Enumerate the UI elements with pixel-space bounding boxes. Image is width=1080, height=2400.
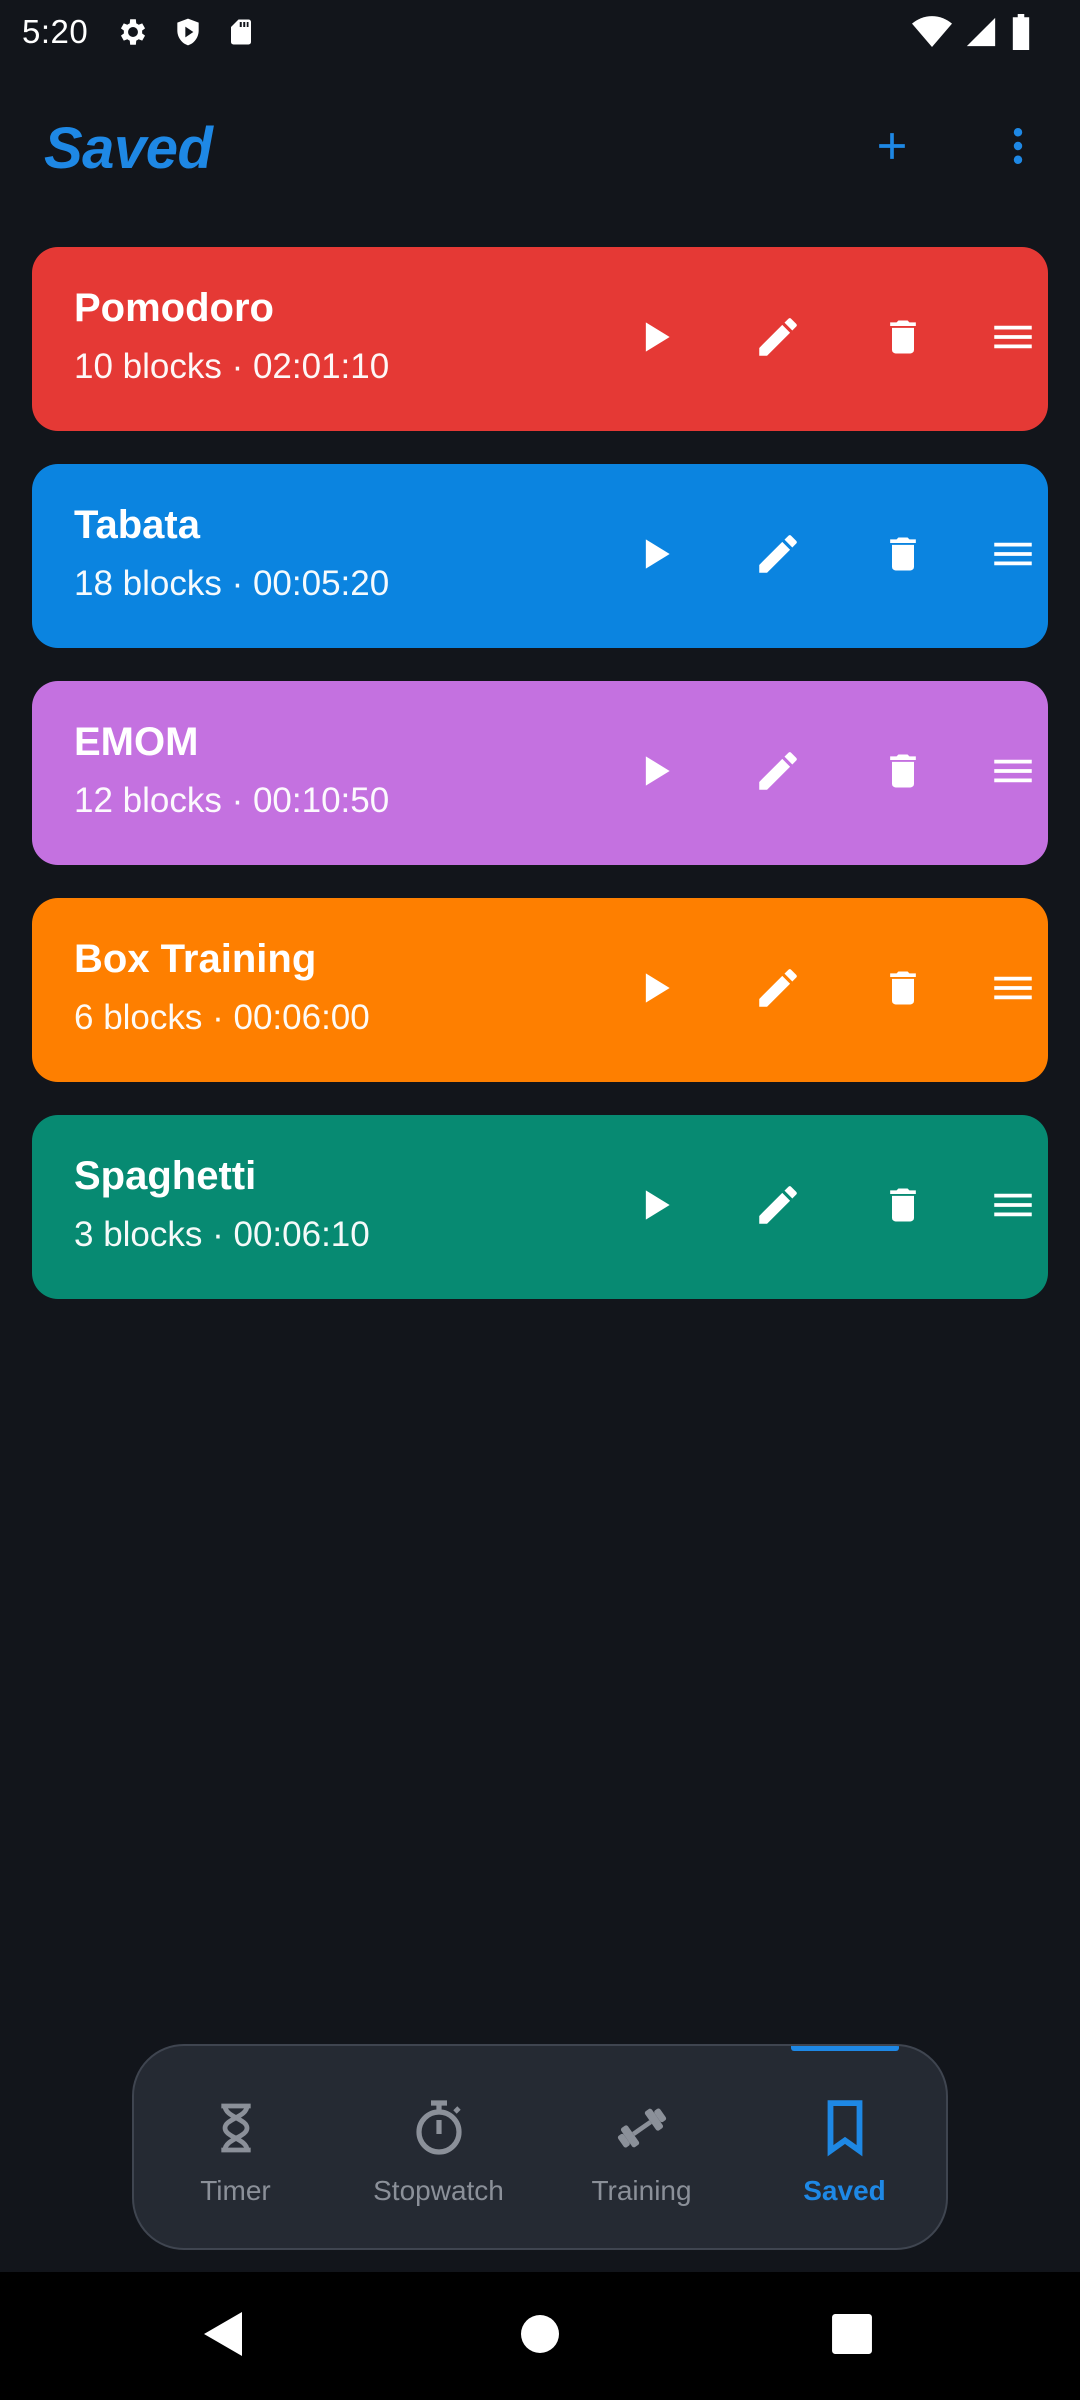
edit-button[interactable]: [738, 1167, 818, 1247]
more-options-button[interactable]: [970, 100, 1066, 196]
preset-card[interactable]: EMOM 12 blocks · 00:10:50: [32, 681, 1048, 865]
nav-item-stopwatch[interactable]: Stopwatch: [337, 2046, 540, 2248]
play-icon: [633, 966, 677, 1015]
edit-pencil-icon: [753, 1180, 803, 1235]
dumbbell-icon: [614, 2095, 670, 2161]
preset-meta: 3 blocks · 00:06:10: [74, 1215, 370, 1254]
delete-trash-icon: [881, 312, 925, 367]
play-icon: [633, 532, 677, 581]
preset-name: Tabata: [74, 503, 200, 547]
settings-gear-icon: [116, 15, 150, 49]
play-icon: [633, 749, 677, 798]
bottom-navigation: Timer Stopwatch Training Saved: [132, 2044, 948, 2250]
preset-meta: 6 blocks · 00:06:00: [74, 998, 370, 1037]
preset-name: Spaghetti: [74, 1154, 257, 1198]
add-preset-button[interactable]: [844, 100, 940, 196]
edit-pencil-icon: [753, 963, 803, 1018]
edit-button[interactable]: [738, 299, 818, 379]
delete-button[interactable]: [863, 1167, 943, 1247]
wifi-icon: [912, 15, 952, 49]
preset-meta: 10 blocks · 02:01:10: [74, 347, 390, 386]
edit-button[interactable]: [738, 733, 818, 813]
preset-meta: 18 blocks · 00:05:20: [74, 564, 390, 603]
play-button[interactable]: [615, 299, 695, 379]
preset-meta: 12 blocks · 00:10:50: [74, 781, 390, 820]
active-tab-indicator: [790, 2046, 899, 2051]
delete-button[interactable]: [863, 733, 943, 813]
delete-trash-icon: [881, 746, 925, 801]
play-icon: [633, 315, 677, 364]
saved-presets-list: Pomodoro 10 blocks · 02:01:10 Tabata 18 …: [32, 247, 1048, 1299]
nav-label: Stopwatch: [373, 2175, 504, 2206]
nav-label: Training: [591, 2175, 692, 2206]
preset-name: Box Training: [74, 937, 317, 981]
system-navigation-bar: [0, 2272, 1080, 2400]
edit-button[interactable]: [738, 950, 818, 1030]
preset-card[interactable]: Box Training 6 blocks · 00:06:00: [32, 898, 1048, 1082]
page-title: Saved: [44, 115, 213, 181]
edit-pencil-icon: [753, 312, 803, 367]
home-icon: [520, 2314, 560, 2359]
sd-card-icon: [226, 15, 256, 49]
drag-handle[interactable]: [973, 950, 1053, 1030]
play-button[interactable]: [615, 1167, 695, 1247]
delete-button[interactable]: [863, 516, 943, 596]
app-bar: Saved: [0, 100, 1080, 196]
drag-handle[interactable]: [973, 733, 1053, 813]
preset-name: EMOM: [74, 720, 199, 764]
bookmark-icon: [823, 2095, 867, 2161]
back-icon: [202, 2309, 246, 2364]
system-home-button[interactable]: [512, 2308, 568, 2364]
drag-handle[interactable]: [973, 1167, 1053, 1247]
delete-trash-icon: [881, 1180, 925, 1235]
add-icon: [870, 124, 914, 173]
status-time: 5:20: [22, 13, 89, 50]
drag-handle-icon: [990, 322, 1036, 357]
hourglass-icon: [214, 2095, 258, 2161]
nav-label: Saved: [803, 2175, 886, 2206]
battery-icon: [1010, 14, 1032, 50]
status-bar: 5:20: [0, 0, 1080, 64]
preset-card[interactable]: Pomodoro 10 blocks · 02:01:10: [32, 247, 1048, 431]
drag-handle-icon: [990, 539, 1036, 574]
nav-item-timer[interactable]: Timer: [134, 2046, 337, 2248]
edit-pencil-icon: [753, 746, 803, 801]
preset-card[interactable]: Tabata 18 blocks · 00:05:20: [32, 464, 1048, 648]
preset-name: Pomodoro: [74, 286, 274, 330]
play-button[interactable]: [615, 516, 695, 596]
drag-handle[interactable]: [973, 516, 1053, 596]
nav-item-training[interactable]: Training: [540, 2046, 743, 2248]
play-button[interactable]: [615, 950, 695, 1030]
drag-handle-icon: [990, 756, 1036, 791]
edit-button[interactable]: [738, 516, 818, 596]
delete-button[interactable]: [863, 299, 943, 379]
play-button[interactable]: [615, 733, 695, 813]
drag-handle-icon: [990, 973, 1036, 1008]
drag-handle-icon: [990, 1190, 1036, 1225]
recents-icon: [831, 2313, 873, 2360]
preset-card[interactable]: Spaghetti 3 blocks · 00:06:10: [32, 1115, 1048, 1299]
delete-button[interactable]: [863, 950, 943, 1030]
edit-pencil-icon: [753, 529, 803, 584]
delete-trash-icon: [881, 529, 925, 584]
delete-trash-icon: [881, 963, 925, 1018]
play-icon: [633, 1183, 677, 1232]
system-back-button[interactable]: [196, 2308, 252, 2364]
stopwatch-icon: [413, 2095, 465, 2161]
shield-play-icon: [172, 15, 204, 49]
more-vert-icon: [996, 122, 1040, 175]
nav-item-saved[interactable]: Saved: [743, 2046, 946, 2248]
cell-signal-icon: [964, 15, 998, 49]
system-recents-button[interactable]: [824, 2308, 880, 2364]
nav-label: Timer: [200, 2175, 271, 2206]
drag-handle[interactable]: [973, 299, 1053, 379]
